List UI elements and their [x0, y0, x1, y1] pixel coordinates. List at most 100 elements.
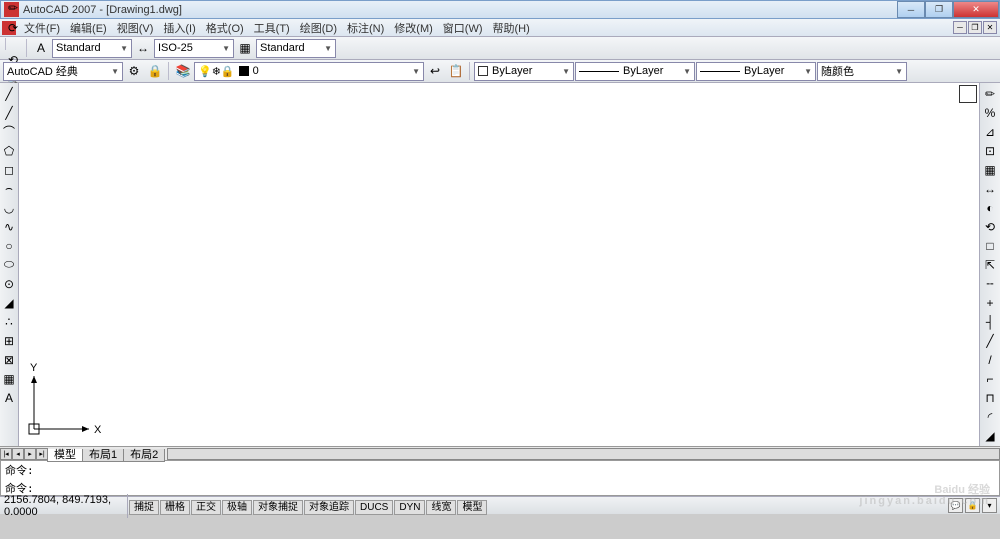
doc-restore-button[interactable]: ❐ [968, 21, 982, 34]
draw-tool-button[interactable]: ⌢ [1, 180, 18, 197]
lock-icon[interactable]: 🔒 [965, 498, 980, 513]
draw-tool-button[interactable]: ⌒ [1, 123, 18, 140]
status-mode-button[interactable]: 对象捕捉 [253, 500, 303, 515]
draw-tool-button[interactable]: ◡ [1, 199, 18, 216]
dim-style-combo[interactable]: ISO-25▼ [154, 39, 234, 58]
status-mode-button[interactable]: DYN [394, 500, 425, 515]
menu-item[interactable]: 编辑(E) [65, 22, 112, 36]
modify-tool-button[interactable]: ⊓ [982, 389, 999, 406]
toolbar-lock-icon[interactable]: 🔒 [145, 61, 165, 81]
draw-tool-button[interactable]: ⬠ [1, 142, 18, 159]
menu-item[interactable]: 帮助(H) [488, 22, 535, 36]
status-mode-button[interactable]: DUCS [355, 500, 393, 515]
draw-tool-button[interactable]: ⊞ [1, 332, 18, 349]
modify-tool-button[interactable]: ◜ [982, 408, 999, 425]
modify-tool-button[interactable]: ┤ [982, 313, 999, 330]
status-mode-button[interactable]: 线宽 [426, 500, 456, 515]
modify-tool-button[interactable]: ◐ [982, 199, 999, 216]
tab-first-button[interactable]: |◂ [0, 448, 12, 460]
modify-tool-button[interactable]: ╱ [982, 332, 999, 349]
plotstyle-combo[interactable]: 随颜色▼ [817, 62, 907, 81]
draw-tool-button[interactable]: ∿ [1, 218, 18, 235]
comm-center-icon[interactable]: 💬 [948, 498, 963, 513]
command-input-line[interactable]: 命令: [1, 479, 999, 497]
tab-next-button[interactable]: ▸ [24, 448, 36, 460]
maximize-button[interactable]: ❐ [925, 1, 953, 18]
layer-manager-icon[interactable]: 📚 [173, 61, 193, 81]
layer-previous-icon[interactable]: ↩ [425, 61, 445, 81]
table-style-combo[interactable]: Standard▼ [256, 39, 336, 58]
tab-prev-button[interactable]: ◂ [12, 448, 24, 460]
close-button[interactable]: ✕ [953, 1, 999, 18]
draw-tool-button[interactable]: A [1, 389, 18, 406]
layout-tab[interactable]: 布局1 [82, 449, 124, 462]
menu-item[interactable]: 插入(I) [158, 22, 200, 36]
modify-tool-button[interactable]: ╌ [982, 275, 999, 292]
status-mode-button[interactable]: 对象追踪 [304, 500, 354, 515]
modify-tool-button[interactable]: % [982, 104, 999, 121]
draw-tool-button[interactable]: ╱ [1, 85, 18, 102]
modify-tool-button[interactable]: / [982, 351, 999, 368]
drawing-canvas[interactable]: X Y [19, 83, 979, 446]
modify-tool-button[interactable]: ▦ [982, 161, 999, 178]
tray-menu-icon[interactable]: ▾ [982, 498, 997, 513]
menu-item[interactable]: 标注(N) [342, 22, 389, 36]
menu-item[interactable]: 格式(O) [201, 22, 249, 36]
layers-toolbar: AutoCAD 经典▼ ⚙ 🔒 📚 💡❄🔒0▼ ↩ 📋 ByLayer▼ ByL… [0, 60, 1000, 83]
linetype-combo[interactable]: ByLayer▼ [575, 62, 695, 81]
status-mode-button[interactable]: 极轴 [222, 500, 252, 515]
layer-combo[interactable]: 💡❄🔒0▼ [194, 62, 424, 81]
menu-item[interactable]: 文件(F) [19, 22, 65, 36]
draw-tool-button[interactable]: ◻ [1, 161, 18, 178]
modify-tool-button[interactable]: ⌐ [982, 370, 999, 387]
modify-tool-button[interactable]: + [982, 294, 999, 311]
status-mode-button[interactable]: 模型 [457, 500, 487, 515]
lineweight-combo[interactable]: ByLayer▼ [696, 62, 816, 81]
text-style-icon[interactable]: A [31, 38, 51, 58]
text-style-combo[interactable]: Standard▼ [52, 39, 132, 58]
modify-tool-button[interactable]: □ [982, 237, 999, 254]
doc-close-button[interactable]: ✕ [983, 21, 997, 34]
modify-tool-button[interactable]: ✏ [982, 85, 999, 102]
draw-tool-button[interactable]: ⊙ [1, 275, 18, 292]
modify-tool-button[interactable]: ⟲ [982, 218, 999, 235]
draw-tool-button[interactable]: ╱ [1, 104, 18, 121]
doc-minimize-button[interactable]: ─ [953, 21, 967, 34]
modify-tool-button[interactable]: ⊿ [982, 123, 999, 140]
dim-style-icon[interactable]: ↔ [133, 38, 153, 58]
color-combo[interactable]: ByLayer▼ [474, 62, 574, 81]
draw-tool-button[interactable]: ▦ [1, 370, 18, 387]
toolbar-button[interactable]: ✏ [3, 0, 23, 18]
layout-tab[interactable]: 布局2 [123, 449, 165, 462]
draw-tool-button[interactable]: ∴ [1, 313, 18, 330]
menu-item[interactable]: 视图(V) [112, 22, 159, 36]
draw-tool-button[interactable]: ◢ [1, 294, 18, 311]
workspace-settings-icon[interactable]: ⚙ [124, 61, 144, 81]
modify-tool-button[interactable]: ◢ [982, 427, 999, 444]
draw-tool-button[interactable]: ○ [1, 237, 18, 254]
status-mode-button[interactable]: 捕捉 [129, 500, 159, 515]
draw-toolbar: ╱ ╱ ⌒ ⬠ ◻ ⌢ ◡ ∿ ○ ⬭ ⊙ ◢ ∴ ⊞ ⊠ ▦ A [0, 83, 19, 446]
status-mode-button[interactable]: 栅格 [160, 500, 190, 515]
layout-tab[interactable]: 模型 [47, 449, 83, 462]
horizontal-scrollbar[interactable] [167, 448, 1000, 460]
status-mode-button[interactable]: 正交 [191, 500, 221, 515]
draw-tool-button[interactable]: ⬭ [1, 256, 18, 273]
menu-item[interactable]: 修改(M) [389, 22, 438, 36]
modify-tool-button[interactable]: ⇱ [982, 256, 999, 273]
coordinate-display[interactable]: 2156.7804, 849.7193, 0.0000 [0, 494, 128, 518]
command-window[interactable]: 命令: 命令: [0, 460, 1000, 496]
modify-tool-button[interactable]: ⊡ [982, 142, 999, 159]
window-buttons: ─ ❐ ✕ [897, 1, 999, 18]
modify-tool-button[interactable]: ↔ [982, 180, 999, 197]
layout-tabs: |◂ ◂ ▸ ▸| 模型布局1布局2 [0, 446, 1000, 460]
menu-item[interactable]: 绘图(D) [295, 22, 342, 36]
draw-tool-button[interactable]: ⊠ [1, 351, 18, 368]
menu-item[interactable]: 窗口(W) [438, 22, 488, 36]
minimize-button[interactable]: ─ [897, 1, 925, 18]
table-style-icon[interactable]: ▦ [235, 38, 255, 58]
layer-states-icon[interactable]: 📋 [446, 61, 466, 81]
workspace-combo[interactable]: AutoCAD 经典▼ [3, 62, 123, 81]
toolbar-button[interactable]: ⟳ [3, 18, 23, 38]
menu-item[interactable]: 工具(T) [249, 22, 295, 36]
